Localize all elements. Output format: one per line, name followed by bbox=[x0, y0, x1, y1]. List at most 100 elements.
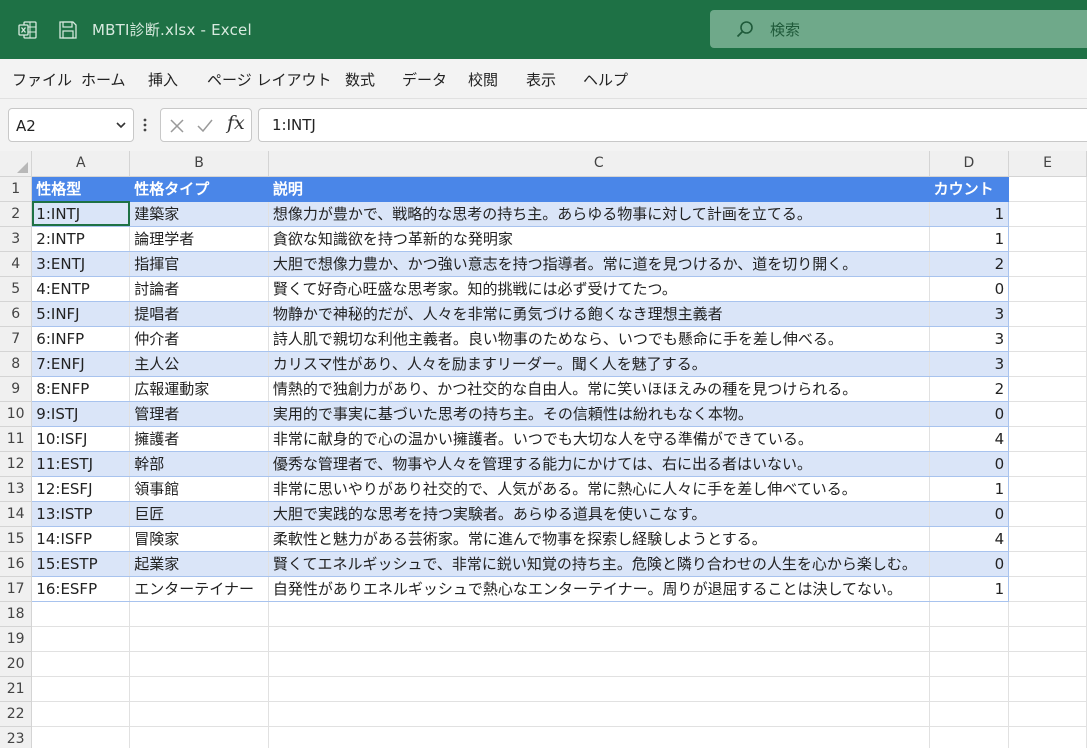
empty-cell[interactable] bbox=[929, 676, 1010, 702]
check-icon[interactable] bbox=[195, 116, 215, 136]
empty-cell[interactable] bbox=[1008, 601, 1087, 627]
table-cell[interactable]: 10:ISFJ bbox=[31, 426, 131, 452]
row-header[interactable]: 12 bbox=[0, 451, 33, 477]
table-cell[interactable]: 16:ESFP bbox=[31, 576, 131, 602]
row-header[interactable]: 17 bbox=[0, 576, 33, 602]
table-cell[interactable]: 冒険家 bbox=[129, 526, 269, 552]
table-cell[interactable]: 物静かで神秘的だが、人々を非常に勇気づける飽くなき理想主義者 bbox=[268, 301, 930, 327]
table-cell[interactable]: 大胆で実践的な思考を持つ実験者。あらゆる道具を使いこなす。 bbox=[268, 501, 930, 527]
count-cell[interactable]: 2 bbox=[929, 251, 1010, 277]
empty-cell[interactable] bbox=[1008, 276, 1087, 302]
table-cell[interactable]: 非常に思いやりがあり社交的で、人気がある。常に熱心に人々に手を差し伸べている。 bbox=[268, 476, 930, 502]
row-header[interactable]: 2 bbox=[0, 201, 33, 227]
row-header[interactable]: 21 bbox=[0, 676, 33, 702]
column-header[interactable]: E bbox=[1008, 151, 1087, 177]
table-cell[interactable]: 柔軟性と魅力がある芸術家。常に進んで物事を探索し経験しようとする。 bbox=[268, 526, 930, 552]
table-header-cell[interactable]: カウント bbox=[929, 176, 1010, 202]
row-header[interactable]: 16 bbox=[0, 551, 33, 577]
count-cell[interactable]: 1 bbox=[929, 476, 1010, 502]
row-header[interactable]: 13 bbox=[0, 476, 33, 502]
row-header[interactable]: 19 bbox=[0, 626, 33, 652]
empty-cell[interactable] bbox=[129, 676, 269, 702]
empty-cell[interactable] bbox=[929, 701, 1010, 727]
row-header[interactable]: 22 bbox=[0, 701, 33, 727]
count-cell[interactable]: 4 bbox=[929, 426, 1010, 452]
menu-view[interactable]: 表示 bbox=[526, 69, 556, 90]
table-cell[interactable]: 情熱的で独創力があり、かつ社交的な自由人。常に笑いほほえみの種を見つけられる。 bbox=[268, 376, 930, 402]
table-cell[interactable]: 13:ISTP bbox=[31, 501, 131, 527]
table-cell[interactable]: 建築家 bbox=[129, 201, 269, 227]
row-header[interactable]: 23 bbox=[0, 726, 33, 748]
table-cell[interactable]: 3:ENTJ bbox=[31, 251, 131, 277]
empty-cell[interactable] bbox=[1008, 526, 1087, 552]
table-cell[interactable]: 大胆で想像力豊か、かつ強い意志を持つ指導者。常に道を見つけるか、道を切り開く。 bbox=[268, 251, 930, 277]
table-header-cell[interactable]: 説明 bbox=[268, 176, 930, 202]
table-cell[interactable]: 幹部 bbox=[129, 451, 269, 477]
insert-function-button[interactable]: fx bbox=[227, 112, 245, 134]
row-header[interactable]: 3 bbox=[0, 226, 33, 252]
table-cell[interactable]: 想像力が豊かで、戦略的な思考の持ち主。あらゆる物事に対して計画を立てる。 bbox=[268, 201, 930, 227]
empty-cell[interactable] bbox=[1008, 726, 1087, 748]
empty-cell[interactable] bbox=[929, 726, 1010, 748]
menu-help[interactable]: ヘルプ bbox=[583, 69, 628, 90]
menu-insert[interactable]: 挿入 bbox=[148, 69, 178, 90]
empty-cell[interactable] bbox=[31, 701, 131, 727]
count-cell[interactable]: 0 bbox=[929, 551, 1010, 577]
table-cell[interactable]: 貪欲な知識欲を持つ革新的な発明家 bbox=[268, 226, 930, 252]
empty-cell[interactable] bbox=[268, 601, 930, 627]
empty-cell[interactable] bbox=[1008, 301, 1087, 327]
empty-cell[interactable] bbox=[1008, 576, 1087, 602]
row-header[interactable]: 8 bbox=[0, 351, 33, 377]
chevron-down-icon[interactable] bbox=[115, 119, 127, 131]
count-cell[interactable]: 1 bbox=[929, 201, 1010, 227]
empty-cell[interactable] bbox=[929, 601, 1010, 627]
empty-cell[interactable] bbox=[129, 726, 269, 748]
empty-cell[interactable] bbox=[929, 626, 1010, 652]
table-cell[interactable]: 論理学者 bbox=[129, 226, 269, 252]
empty-cell[interactable] bbox=[1008, 426, 1087, 452]
table-cell[interactable]: 4:ENTP bbox=[31, 276, 131, 302]
count-cell[interactable]: 2 bbox=[929, 376, 1010, 402]
table-cell[interactable]: 12:ESFJ bbox=[31, 476, 131, 502]
empty-cell[interactable] bbox=[1008, 476, 1087, 502]
empty-cell[interactable] bbox=[1008, 451, 1087, 477]
worksheet-grid[interactable]: A B C D E 1 性格型 性格タイプ 説明 カウント 2 1:INTJ 建築家 想像力が豊… bbox=[0, 151, 1087, 748]
table-header-cell[interactable]: 性格タイプ bbox=[129, 176, 269, 202]
row-header[interactable]: 4 bbox=[0, 251, 33, 277]
empty-cell[interactable] bbox=[129, 651, 269, 677]
count-cell[interactable]: 3 bbox=[929, 326, 1010, 352]
row-header[interactable]: 15 bbox=[0, 526, 33, 552]
table-cell[interactable]: 擁護者 bbox=[129, 426, 269, 452]
table-cell[interactable]: 6:INFP bbox=[31, 326, 131, 352]
table-cell[interactable]: 非常に献身的で心の温かい擁護者。いつでも大切な人を守る準備ができている。 bbox=[268, 426, 930, 452]
table-cell[interactable]: 討論者 bbox=[129, 276, 269, 302]
empty-cell[interactable] bbox=[1008, 551, 1087, 577]
table-cell[interactable]: 5:INFJ bbox=[31, 301, 131, 327]
table-cell[interactable]: 指揮官 bbox=[129, 251, 269, 277]
row-header[interactable]: 14 bbox=[0, 501, 33, 527]
table-cell[interactable]: 起業家 bbox=[129, 551, 269, 577]
table-cell[interactable]: カリスマ性があり、人々を励ますリーダー。聞く人を魅了する。 bbox=[268, 351, 930, 377]
table-cell[interactable]: 主人公 bbox=[129, 351, 269, 377]
table-cell[interactable]: 詩人肌で親切な利他主義者。良い物事のためなら、いつでも懸命に手を差し伸べる。 bbox=[268, 326, 930, 352]
table-cell[interactable]: 仲介者 bbox=[129, 326, 269, 352]
table-cell[interactable]: 実用的で事実に基づいた思考の持ち主。その信頼性は紛れもなく本物。 bbox=[268, 401, 930, 427]
empty-cell[interactable] bbox=[1008, 176, 1087, 202]
search-box[interactable]: 検索 bbox=[710, 10, 1087, 48]
count-cell[interactable]: 1 bbox=[929, 576, 1010, 602]
empty-cell[interactable] bbox=[31, 626, 131, 652]
empty-cell[interactable] bbox=[1008, 626, 1087, 652]
cancel-icon[interactable] bbox=[167, 116, 187, 136]
empty-cell[interactable] bbox=[31, 726, 131, 748]
formula-input[interactable]: 1:INTJ bbox=[258, 108, 1087, 142]
column-header[interactable]: D bbox=[929, 151, 1010, 177]
empty-cell[interactable] bbox=[268, 651, 930, 677]
empty-cell[interactable] bbox=[929, 651, 1010, 677]
column-header[interactable]: C bbox=[268, 151, 930, 177]
table-header-cell[interactable]: 性格型 bbox=[31, 176, 131, 202]
menu-data[interactable]: データ bbox=[402, 69, 447, 90]
table-cell[interactable]: 提唱者 bbox=[129, 301, 269, 327]
empty-cell[interactable] bbox=[268, 676, 930, 702]
menu-formulas[interactable]: 数式 bbox=[345, 69, 375, 90]
count-cell[interactable]: 3 bbox=[929, 301, 1010, 327]
